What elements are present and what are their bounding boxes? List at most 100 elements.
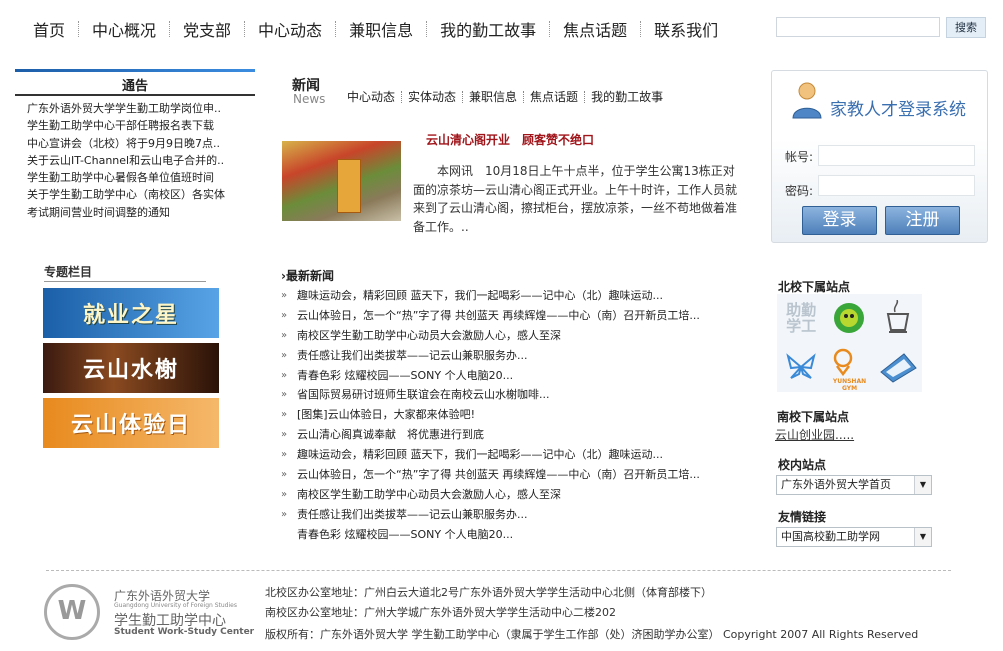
nav-item-focus[interactable]: 焦点话题	[550, 17, 640, 41]
account-field[interactable]	[818, 145, 975, 166]
latest-news-link[interactable]: 责任感让我们出类拔萃——记云山兼职服务办...	[297, 505, 528, 525]
nav-item-part-time[interactable]: 兼职信息	[336, 17, 426, 41]
site-logo-hedgehog[interactable]	[829, 298, 869, 338]
featured-news-photo[interactable]	[282, 141, 401, 221]
latest-news-item[interactable]: 青春色彩 炫耀校园——SONY 个人电脑20...	[281, 525, 761, 545]
latest-news-item[interactable]: » 趣味运动会，精彩回顾 蓝天下，我们一起喝彩——记中心（北）趣味运动...	[281, 445, 761, 465]
site-logo-butterfly[interactable]	[785, 352, 817, 382]
chevron-right-icon: »	[281, 349, 288, 361]
latest-news-link[interactable]: 南校区学生勤工助学中心动员大会激励人心，感人至深	[297, 326, 561, 346]
latest-news-item[interactable]: » 责任感让我们出类拔萃——记云山兼职服务办...	[281, 346, 761, 366]
logo-center-name-en: Student Work-Study Center	[114, 627, 255, 637]
nav-item-contact[interactable]: 联系我们	[641, 17, 731, 41]
latest-news-item[interactable]: » 青春色彩 炫耀校园——SONY 个人电脑20...	[281, 366, 761, 386]
notice-item[interactable]: 关于学生勤工助学中心（南校区）各实体	[27, 186, 255, 203]
north-office-address: 北校区办公室地址：广州白云大道北2号广东外语外贸大学学生活动中心北侧（体育部楼下…	[265, 586, 712, 599]
nav-item-home[interactable]: 首页	[20, 17, 78, 41]
latest-news-link[interactable]: 云山体验日，怎一个“热”字了得 共创蓝天 再续辉煌——中心（南）召开新员工培..…	[297, 465, 700, 485]
chevron-right-icon: »	[281, 449, 288, 461]
logo-school-name-en: Guangdong University of Foreign Studies	[114, 602, 237, 609]
tab-my-story[interactable]: 我的勤工故事	[585, 88, 669, 105]
latest-news-item[interactable]: » 云山体验日，怎一个“热”字了得 共创蓝天 再续辉煌——中心（南）召开新员工培.…	[281, 306, 761, 326]
notice-item[interactable]: 学生勤工助学中心干部任聘报名表下载	[27, 117, 255, 134]
chevron-right-icon: »	[281, 469, 288, 481]
notice-item[interactable]: 关于云山IT-Channel和云山电子合并的..	[27, 152, 255, 169]
teacup-icon	[886, 300, 910, 333]
latest-news-link[interactable]: 云山清心阁真诚奉献 将优惠进行到底	[297, 425, 484, 445]
campus-sites-title: 校内站点	[778, 458, 827, 472]
keyboard-icon	[880, 353, 917, 383]
chevron-down-icon: ▼	[914, 476, 931, 494]
friend-link-select[interactable]: 中国高校勤工助学网 ▼	[776, 527, 932, 547]
latest-news-link[interactable]: 省国际贸易研讨班师生联谊会在南校云山水榭咖啡...	[297, 385, 550, 405]
tab-entity-news[interactable]: 实体动态	[402, 88, 462, 105]
site-logo-gym[interactable]: YUNSHAN GYM	[825, 342, 873, 392]
tab-center-news[interactable]: 中心动态	[341, 88, 401, 105]
south-sites-title: 南校下属站点	[777, 410, 850, 424]
chevron-right-icon: »	[281, 290, 288, 301]
hedgehog-icon	[834, 303, 865, 333]
latest-news-link[interactable]: 青春色彩 炫耀校园——SONY 个人电脑20...	[297, 525, 513, 545]
tab-focus[interactable]: 焦点话题	[524, 88, 584, 105]
banner-label: 云山体验日	[70, 413, 191, 438]
latest-news-item[interactable]: » 南校区学生勤工助学中心动员大会激励人心，感人至深	[281, 485, 761, 505]
notice-item[interactable]: 考试期间营业时间调整的通知	[27, 204, 255, 221]
latest-news-item[interactable]: » 南校区学生勤工助学中心动员大会激励人心，感人至深	[281, 326, 761, 346]
chevron-right-icon: »	[281, 329, 288, 341]
latest-news-item[interactable]: » 云山体验日，怎一个“热”字了得 共创蓝天 再续辉煌——中心（南）召开新员工培.…	[281, 465, 761, 485]
search-button[interactable]: 搜索	[946, 17, 986, 38]
banner-yunshan-pavilion[interactable]: 云山水榭	[43, 343, 219, 393]
south-office-address: 南校区办公室地址：广州大学城广东外语外贸大学学生活动中心二楼202	[265, 606, 616, 619]
latest-news-item[interactable]: » 责任感让我们出类拔萃——记云山兼职服务办...	[281, 505, 761, 525]
banner-employment-star[interactable]: 就业之星	[43, 288, 219, 338]
tutor-login-panel: 家教人才登录系统 帐号: 密码: 登录 注册	[771, 70, 988, 243]
nav-item-party-branch[interactable]: 党支部	[170, 17, 244, 41]
latest-news-item[interactable]: » [图集]云山体验日，大家都来体验吧!	[281, 405, 761, 425]
chevron-right-icon: »	[281, 389, 288, 401]
latest-news-title-text: 最新新闻	[285, 269, 334, 283]
friend-select-value: 中国高校勤工助学网	[781, 530, 880, 543]
chevron-right-icon: »	[281, 488, 288, 500]
notice-item[interactable]: 广东外语外贸大学学生勤工助学岗位申..	[27, 100, 255, 117]
chevron-down-icon: ▼	[914, 528, 931, 546]
center-logo	[44, 584, 100, 640]
friend-links-title: 友情链接	[778, 510, 827, 524]
site-logo-text-1[interactable]: 助勤学工	[784, 302, 818, 334]
nav-item-my-story[interactable]: 我的勤工故事	[427, 17, 549, 41]
south-site-link[interactable]: 云山创业园.....	[775, 426, 854, 443]
login-button[interactable]: 登录	[802, 206, 877, 235]
notice-title: 通告	[15, 72, 255, 96]
login-title: 家教人才登录系统	[830, 100, 966, 120]
user-icon	[792, 82, 822, 119]
latest-news-link[interactable]: 云山体验日，怎一个“热”字了得 共创蓝天 再续辉煌——中心（南）召开新员工培..…	[297, 306, 700, 326]
latest-news-item[interactable]: » 云山清心阁真诚奉献 将优惠进行到底	[281, 425, 761, 445]
campus-site-select[interactable]: 广东外语外贸大学首页 ▼	[776, 475, 932, 495]
latest-news-link[interactable]: 趣味运动会，精彩回顾 蓝天下，我们一起喝彩——记中心（北）趣味运动...	[297, 445, 663, 465]
latest-news-link[interactable]: 青春色彩 炫耀校园——SONY 个人电脑20...	[297, 366, 513, 386]
chevron-right-icon: »	[281, 369, 288, 381]
banner-experience-day[interactable]: 云山体验日	[43, 398, 219, 448]
featured-news-summary: 本网讯 10月18日上午十点半，位于学生公寓13栋正对面的凉茶坊—云山清心阁正式…	[413, 164, 738, 234]
nav-item-center-news[interactable]: 中心动态	[245, 17, 335, 41]
latest-news-link[interactable]: 责任感让我们出类拔萃——记云山兼职服务办...	[297, 346, 528, 366]
main-nav: 首页 中心概况 党支部 中心动态 兼职信息 我的勤工故事 焦点话题 联系我们	[20, 18, 760, 40]
site-logo-tea[interactable]	[883, 300, 913, 336]
nav-item-overview[interactable]: 中心概况	[79, 17, 169, 41]
north-sites-grid: 助勤学工 YUNSHAN GYM	[777, 294, 922, 392]
north-sites-title: 北校下属站点	[778, 280, 851, 294]
site-logo-board[interactable]	[878, 350, 918, 384]
search-input[interactable]	[776, 17, 940, 37]
latest-news-item[interactable]: » 趣味运动会，精彩回顾 蓝天下，我们一起喝彩——记中心（北）趣味运动...	[281, 286, 761, 306]
featured-news-title[interactable]: 云山清心阁开业 顾客赞不绝口	[426, 131, 594, 148]
latest-news-item[interactable]: » 省国际贸易研讨班师生联谊会在南校云山水榭咖啡...	[281, 385, 761, 405]
tab-part-time[interactable]: 兼职信息	[463, 88, 523, 105]
latest-news-link[interactable]: [图集]云山体验日，大家都来体验吧!	[297, 405, 475, 425]
latest-news-link[interactable]: 南校区学生勤工助学中心动员大会激励人心，感人至深	[297, 485, 561, 505]
chevron-right-icon	[281, 525, 297, 545]
notice-item[interactable]: 中心宣讲会（北校）将于9月9日晚7点..	[27, 135, 255, 152]
latest-news-link[interactable]: 趣味运动会，精彩回顾 蓝天下，我们一起喝彩——记中心（北）趣味运动...	[297, 286, 663, 306]
register-button[interactable]: 注册	[885, 206, 960, 235]
news-subtitle: News	[293, 92, 326, 106]
notice-item[interactable]: 学生勤工助学中心暑假各单位值班时间	[27, 169, 255, 186]
password-field[interactable]	[818, 175, 975, 196]
